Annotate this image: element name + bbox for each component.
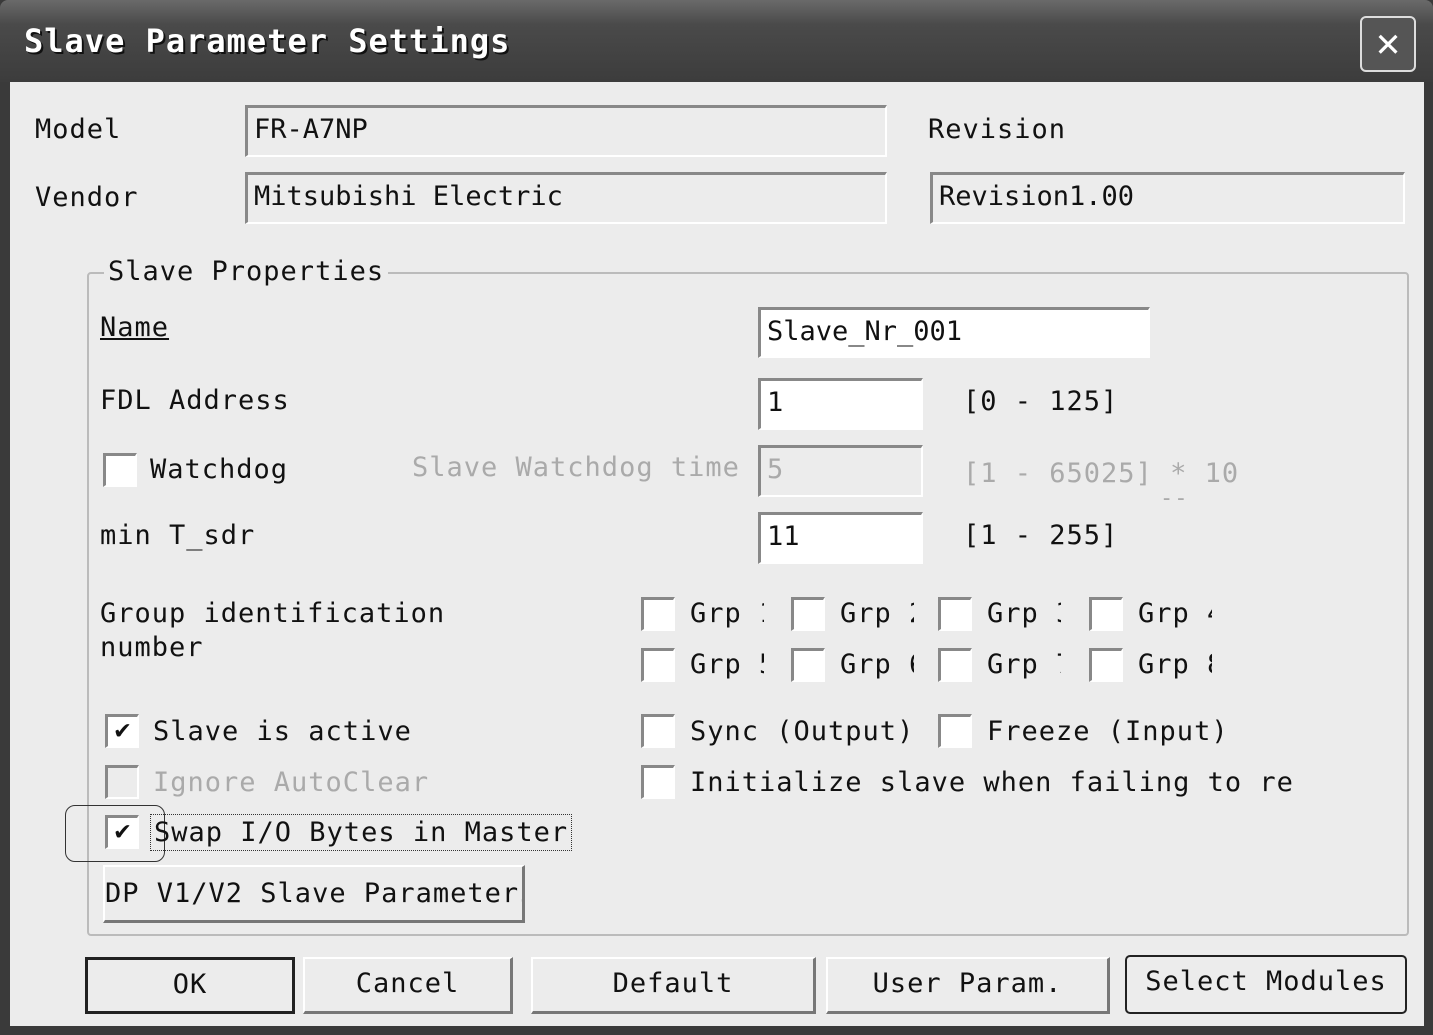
grp4-checkbox[interactable] (1089, 597, 1123, 631)
swap-io-label: Swap I/O Bytes in Master (150, 814, 573, 851)
group-id-label-2: number (100, 632, 204, 663)
revision-label: Revision (928, 114, 1067, 145)
fdl-range: [0 - 125] (963, 386, 1119, 417)
ignore-autoclear-checkbox (105, 765, 139, 799)
watchdog-time-label: Slave Watchdog time (412, 452, 740, 483)
grp3-label: Grp 3 (987, 598, 1061, 629)
grp2-label: Grp 2 (840, 598, 914, 629)
name-label: Name (100, 312, 170, 343)
checkmark-icon: ✔ (114, 715, 131, 745)
grp7-checkbox[interactable] (938, 648, 972, 682)
grp3-checkbox[interactable] (938, 597, 972, 631)
group-legend: Slave Properties (104, 256, 389, 287)
name-input[interactable]: Slave_Nr_001 (758, 307, 1150, 358)
freeze-label: Freeze (Input) (987, 716, 1229, 747)
swap-io-checkbox[interactable]: ✔ (105, 815, 139, 849)
vendor-field: Mitsubishi Electric (245, 172, 887, 224)
dp-v1v2-parameters-button[interactable]: DP V1/V2 Slave Parameters (103, 865, 525, 923)
sync-checkbox[interactable] (641, 714, 675, 748)
init-slave-checkbox[interactable] (641, 765, 675, 799)
grp5-checkbox[interactable] (641, 648, 675, 682)
watchdog-checkbox[interactable] (103, 453, 137, 487)
slave-active-label: Slave is active (153, 716, 412, 747)
user-param-button[interactable]: User Param. (826, 957, 1110, 1014)
fdl-label: FDL Address (100, 385, 290, 416)
watchdog-unit: -- (1160, 486, 1189, 511)
slave-active-checkbox[interactable]: ✔ (105, 714, 139, 748)
close-button[interactable]: ✕ (1360, 16, 1416, 72)
group-id-label: Group identification (100, 598, 446, 629)
tsdr-range: [1 - 255] (963, 520, 1119, 551)
watchdog-time-input: 5 (758, 445, 923, 497)
watchdog-range: [1 - 65025] * 10 (963, 458, 1240, 489)
tsdr-input[interactable]: 11 (758, 512, 923, 564)
cancel-button[interactable]: Cancel (303, 957, 513, 1014)
grp8-checkbox[interactable] (1089, 648, 1123, 682)
ignore-autoclear-label: Ignore AutoClear (153, 767, 430, 798)
grp2-checkbox[interactable] (791, 597, 825, 631)
close-icon: ✕ (1375, 20, 1401, 66)
grp7-label: Grp 7 (987, 649, 1061, 680)
grp4-label: Grp 4 (1138, 598, 1212, 629)
window-title: Slave Parameter Settings (24, 22, 511, 60)
default-button[interactable]: Default (531, 957, 816, 1014)
model-label: Model (35, 114, 122, 145)
freeze-checkbox[interactable] (938, 714, 972, 748)
sync-label: Sync (Output) (690, 716, 915, 747)
init-slave-label: Initialize slave when failing to re (690, 767, 1294, 798)
ok-button[interactable]: OK (85, 957, 295, 1014)
model-field: FR-A7NP (245, 105, 887, 157)
revision-field: Revision1.00 (930, 172, 1405, 224)
vendor-label: Vendor (35, 182, 139, 213)
checkmark-icon: ✔ (114, 816, 131, 846)
grp6-label: Grp 6 (840, 649, 914, 680)
grp1-label: Grp 1 (690, 598, 764, 629)
grp8-label: Grp 8 (1138, 649, 1212, 680)
grp6-checkbox[interactable] (791, 648, 825, 682)
fdl-input[interactable]: 1 (758, 378, 923, 430)
select-modules-button[interactable]: Select Modules (1125, 955, 1407, 1014)
watchdog-label: Watchdog (150, 454, 289, 485)
tsdr-label: min T_sdr (100, 520, 256, 551)
grp1-checkbox[interactable] (641, 597, 675, 631)
grp5-label: Grp 5 (690, 649, 764, 680)
